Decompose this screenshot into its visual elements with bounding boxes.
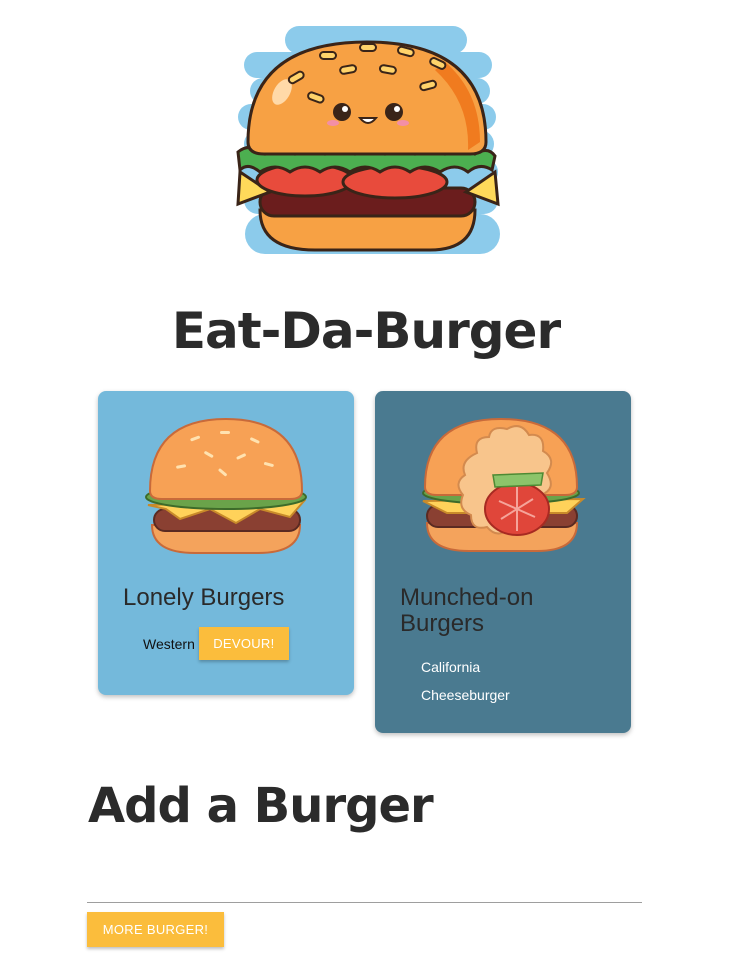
munched-burgers-title: Munched-on Burgers xyxy=(400,584,534,637)
whole-burger-icon xyxy=(145,417,307,554)
lonely-burgers-card: Lonely Burgers Western DEVOUR! xyxy=(98,391,354,695)
burger-name: Western xyxy=(143,635,195,652)
list-item: Cheeseburger xyxy=(421,687,510,703)
smiling-burger-icon xyxy=(236,26,500,254)
burger-name-input[interactable] xyxy=(87,868,642,903)
more-burger-button[interactable]: MORE BURGER! xyxy=(87,912,224,947)
munched-burger-list: California Cheeseburger xyxy=(421,653,510,709)
lonely-burgers-title: Lonely Burgers xyxy=(123,584,285,611)
munched-burgers-card: Munched-on Burgers California Cheeseburg… xyxy=(375,391,631,733)
page-title: Eat-Da-Burger xyxy=(171,302,561,360)
add-burger-heading: Add a Burger xyxy=(88,778,434,834)
list-item: Western DEVOUR! xyxy=(143,627,289,660)
devour-button[interactable]: DEVOUR! xyxy=(198,627,289,660)
list-item: California xyxy=(421,659,481,675)
bitten-burger-icon xyxy=(422,417,586,552)
